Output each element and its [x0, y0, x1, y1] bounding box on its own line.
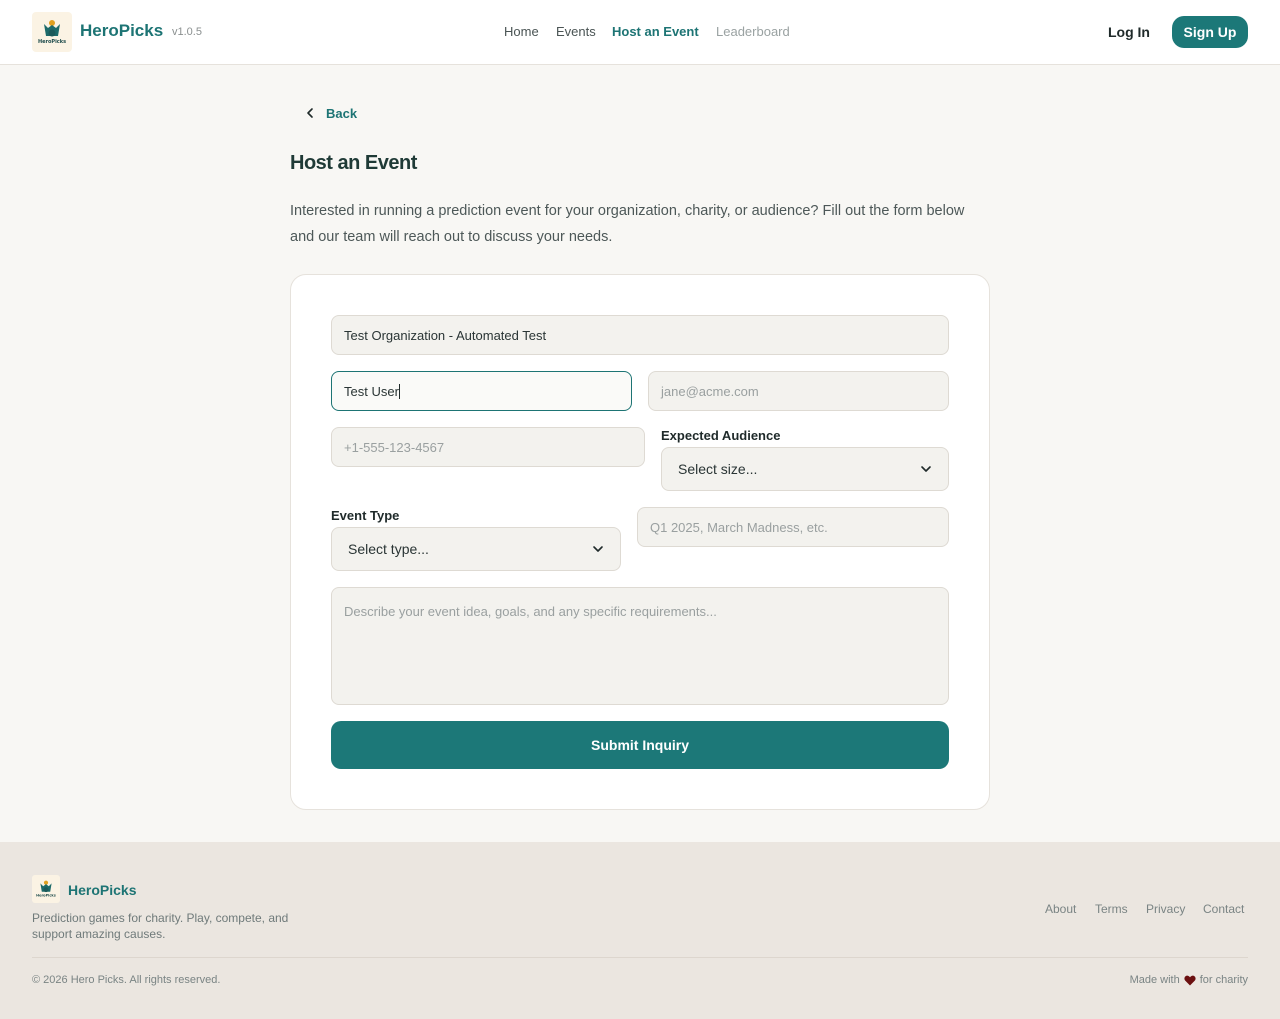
intro-text: Interested in running a prediction event… — [290, 203, 965, 245]
footer-link-about[interactable]: About — [1045, 902, 1076, 916]
top-header: HeroPicks HeroPicks v1.0.5 Home Events H… — [0, 0, 1280, 65]
event-type-label: Event Type — [331, 508, 400, 523]
details-placeholder: Describe your event idea, goals, and any… — [344, 604, 717, 619]
back-label: Back — [326, 105, 358, 121]
details-textarea[interactable]: Describe your event idea, goals, and any… — [331, 587, 949, 705]
footer-tagline: Prediction games for charity. Play, comp… — [32, 911, 289, 941]
footer-link-terms[interactable]: Terms — [1095, 902, 1128, 916]
chevron-down-icon — [593, 546, 603, 552]
footer-divider — [32, 957, 1248, 958]
site-footer: HeroPicks HeroPicks Prediction games for… — [0, 842, 1280, 1019]
nav-host-an-event[interactable]: Host an Event — [612, 24, 699, 39]
heart-icon — [1184, 975, 1196, 986]
name-input[interactable]: Test User — [331, 371, 632, 411]
email-input[interactable]: jane@acme.com — [648, 371, 949, 411]
phone-placeholder: +1-555-123-4567 — [344, 439, 445, 455]
nav-home[interactable]: Home — [504, 24, 539, 39]
organization-input[interactable]: Test Organization - Automated Test — [331, 315, 949, 355]
made-with-suffix: for charity — [1199, 974, 1248, 986]
nav-events[interactable]: Events — [556, 24, 596, 39]
footer-logo[interactable]: HeroPicks — [32, 875, 60, 903]
page-title: Host an Event — [290, 152, 417, 174]
main-nav: Home Events Host an Event Leaderboard — [0, 24, 1280, 42]
audience-select[interactable]: Select size... — [661, 447, 949, 491]
text-cursor — [398, 383, 400, 399]
nav-leaderboard[interactable]: Leaderboard — [716, 24, 790, 39]
audience-value: Select size... — [678, 461, 758, 477]
footer-brand[interactable]: HeroPicks — [68, 882, 136, 898]
email-placeholder: jane@acme.com — [661, 383, 759, 399]
submit-inquiry-button[interactable]: Submit Inquiry — [331, 721, 949, 769]
chevron-down-icon — [921, 466, 931, 472]
back-link[interactable]: Back — [304, 104, 357, 122]
timeframe-input[interactable]: Q1 2025, March Madness, etc. — [637, 507, 949, 547]
chevron-left-icon — [307, 108, 313, 118]
event-type-value: Select type... — [348, 541, 429, 557]
organization-value: Test Organization - Automated Test — [344, 327, 547, 343]
made-with-prefix: Made with — [1129, 974, 1180, 986]
name-value: Test User — [344, 383, 399, 399]
phone-input[interactable]: +1-555-123-4567 — [331, 427, 645, 467]
login-button[interactable]: Log In — [1108, 24, 1150, 40]
signup-button[interactable]: Sign Up — [1172, 16, 1248, 48]
footer-link-privacy[interactable]: Privacy — [1146, 902, 1185, 916]
made-with-text: Made with for charity — [1130, 974, 1248, 986]
footer-link-contact[interactable]: Contact — [1203, 902, 1244, 916]
audience-label: Expected Audience — [661, 428, 781, 443]
timeframe-placeholder: Q1 2025, March Madness, etc. — [650, 519, 828, 535]
copyright-text: © 2026 Hero Picks. All rights reserved. — [32, 974, 221, 986]
event-type-select[interactable]: Select type... — [331, 527, 621, 571]
svg-text:HeroPicks: HeroPicks — [36, 894, 56, 898]
